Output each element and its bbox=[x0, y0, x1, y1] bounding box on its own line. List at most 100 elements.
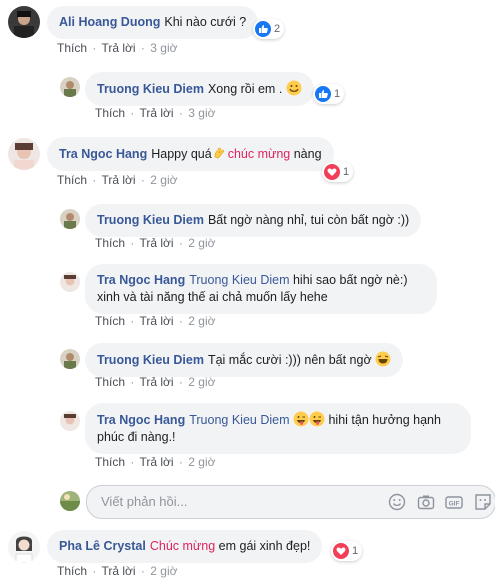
reply-link[interactable]: Trả lời bbox=[101, 41, 135, 55]
reply-link[interactable]: Trả lời bbox=[139, 455, 173, 469]
like-link[interactable]: Thích bbox=[57, 564, 87, 578]
reply-link[interactable]: Trả lời bbox=[139, 236, 173, 250]
separator: · bbox=[130, 106, 135, 120]
separator: · bbox=[130, 375, 135, 389]
avatar[interactable] bbox=[8, 138, 40, 170]
comment-actions: Thích · Trả lời · 3 giờ bbox=[57, 41, 177, 55]
separator: · bbox=[92, 564, 97, 578]
gif-icon[interactable]: GIF bbox=[444, 492, 464, 512]
reaction-count[interactable]: 1 bbox=[322, 162, 354, 182]
comment-text: Tại mắc cười :))) nên bất ngờ bbox=[207, 353, 372, 367]
reaction-count-value: 2 bbox=[274, 23, 281, 35]
timestamp[interactable]: 3 giờ bbox=[150, 41, 177, 55]
separator: · bbox=[130, 236, 135, 250]
separator: · bbox=[178, 314, 183, 328]
like-link[interactable]: Thích bbox=[95, 455, 125, 469]
timestamp[interactable]: 3 giờ bbox=[188, 106, 215, 120]
separator: · bbox=[130, 455, 135, 469]
avatar[interactable] bbox=[60, 411, 80, 431]
avatar[interactable] bbox=[60, 349, 80, 369]
avatar[interactable] bbox=[60, 77, 80, 97]
separator: · bbox=[178, 236, 183, 250]
comment-actions: Thích · Trả lời · 2 giờ bbox=[95, 375, 215, 389]
reaction-count[interactable]: 2 bbox=[253, 19, 285, 39]
like-link[interactable]: Thích bbox=[95, 106, 125, 120]
reaction-count-value: 1 bbox=[334, 88, 341, 100]
comment-text: Happy quá bbox=[151, 147, 212, 161]
wink-tongue-emoji-icon bbox=[309, 411, 325, 427]
clapping-hands-emoji-icon bbox=[214, 147, 225, 159]
separator: · bbox=[178, 106, 183, 120]
separator: · bbox=[92, 173, 97, 187]
comment-actions: Thích · Trả lời · 2 giờ bbox=[57, 173, 177, 187]
avatar[interactable] bbox=[60, 272, 80, 292]
like-icon bbox=[255, 21, 271, 37]
separator: · bbox=[140, 564, 145, 578]
timestamp[interactable]: 2 giờ bbox=[150, 173, 177, 187]
like-link[interactable]: Thích bbox=[95, 314, 125, 328]
like-link[interactable]: Thích bbox=[57, 41, 87, 55]
separator: · bbox=[92, 41, 97, 55]
timestamp[interactable]: 2 giờ bbox=[188, 375, 215, 389]
reply-link[interactable]: Trả lời bbox=[139, 314, 173, 328]
comment-bubble: Ali Hoang Duong Khi nào cưới ? bbox=[47, 6, 259, 39]
reply-bubble: Tra Ngoc Hang Truong Kieu Diem hihi tận h… bbox=[85, 403, 471, 454]
comment-actions: Thích · Trả lời · 2 giờ bbox=[95, 314, 215, 328]
sticker-icon[interactable] bbox=[473, 492, 493, 512]
separator: · bbox=[130, 314, 135, 328]
comment-actions: Thích · Trả lời · 3 giờ bbox=[95, 106, 215, 120]
reply-bubble: Truong Kieu Diem Tại mắc cười :))) nên bấ… bbox=[85, 343, 404, 377]
comment-text: em gái xinh đẹp! bbox=[215, 539, 311, 553]
timestamp[interactable]: 2 giờ bbox=[188, 236, 215, 250]
timestamp[interactable]: 2 giờ bbox=[188, 314, 215, 328]
comment-text: Khi nào cưới ? bbox=[164, 15, 247, 29]
heart-icon bbox=[324, 164, 340, 180]
reaction-count-value: 1 bbox=[343, 166, 350, 178]
tagged-user[interactable]: Truong Kieu Diem bbox=[189, 413, 289, 427]
commenter-name[interactable]: Ali Hoang Duong bbox=[59, 15, 160, 29]
avatar[interactable] bbox=[8, 6, 40, 38]
like-icon bbox=[315, 86, 331, 102]
avatar[interactable] bbox=[60, 209, 80, 229]
reply-bubble: Truong Kieu Diem Bất ngờ nàng nhỉ, tui cò… bbox=[85, 204, 422, 237]
reaction-count-value: 1 bbox=[352, 545, 359, 557]
like-link[interactable]: Thích bbox=[57, 173, 87, 187]
separator: · bbox=[140, 173, 145, 187]
comment-text: Bất ngờ nàng nhỉ, tui còn bất ngờ :)) bbox=[207, 213, 410, 227]
tagged-user[interactable]: Truong Kieu Diem bbox=[189, 273, 289, 287]
commenter-name[interactable]: Truong Kieu Diem bbox=[97, 82, 204, 96]
comment-text: nàng bbox=[290, 147, 322, 161]
comment-bubble: Pha Lê Crystal Chúc mừng em gái xinh đẹp! bbox=[47, 530, 323, 563]
heart-icon bbox=[333, 543, 349, 559]
avatar[interactable] bbox=[8, 531, 40, 563]
separator: · bbox=[178, 375, 183, 389]
smile-emoji-icon bbox=[286, 80, 302, 96]
reply-box: GIF bbox=[86, 485, 495, 519]
commenter-name[interactable]: Tra Ngoc Hang bbox=[97, 273, 185, 287]
comment-bubble: Tra Ngoc Hang Happy quá chúc mừng nàng bbox=[47, 137, 334, 171]
comment-actions: Thích · Trả lời · 2 giờ bbox=[95, 455, 215, 469]
reply-link[interactable]: Trả lời bbox=[139, 375, 173, 389]
reaction-count[interactable]: 1 bbox=[331, 541, 363, 561]
commenter-name[interactable]: Truong Kieu Diem bbox=[97, 353, 204, 367]
commenter-name[interactable]: Pha Lê Crystal bbox=[59, 539, 146, 553]
current-user-avatar bbox=[60, 491, 80, 511]
timestamp[interactable]: 2 giờ bbox=[150, 564, 177, 578]
reply-link[interactable]: Trả lời bbox=[101, 564, 135, 578]
commenter-name[interactable]: Tra Ngoc Hang bbox=[97, 413, 185, 427]
svg-text:GIF: GIF bbox=[449, 501, 460, 508]
reply-link[interactable]: Trả lời bbox=[101, 173, 135, 187]
camera-icon[interactable] bbox=[416, 492, 436, 512]
like-link[interactable]: Thích bbox=[95, 375, 125, 389]
reaction-count[interactable]: 1 bbox=[313, 84, 345, 104]
laugh-emoji-icon bbox=[375, 351, 391, 367]
commenter-name[interactable]: Tra Ngoc Hang bbox=[59, 147, 147, 161]
emoji-button-icon[interactable] bbox=[387, 492, 407, 512]
reply-link[interactable]: Trả lời bbox=[139, 106, 173, 120]
reply-input[interactable] bbox=[99, 493, 363, 510]
timestamp[interactable]: 2 giờ bbox=[188, 455, 215, 469]
like-link[interactable]: Thích bbox=[95, 236, 125, 250]
comment-actions: Thích · Trả lời · 2 giờ bbox=[95, 236, 215, 250]
commenter-name[interactable]: Truong Kieu Diem bbox=[97, 213, 204, 227]
wink-tongue-emoji-icon bbox=[293, 411, 309, 427]
